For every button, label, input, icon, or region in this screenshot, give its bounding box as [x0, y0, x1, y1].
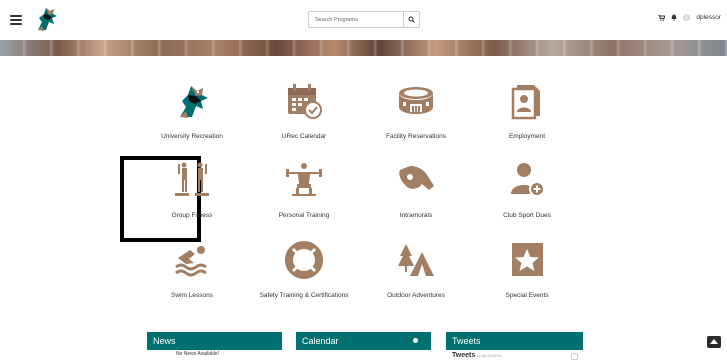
group-fitness-icon: [172, 160, 212, 200]
news-empty-message: No News Available!: [176, 351, 219, 357]
tweets-panel: Tweets Tweets by @CCUURec: [446, 332, 583, 362]
star-icon: [507, 240, 547, 280]
search-input[interactable]: [309, 12, 403, 27]
search-box: [308, 11, 420, 28]
hero-banner: [0, 40, 727, 56]
news-panel: News No News Available!: [147, 332, 282, 362]
tile-label: Special Events: [505, 292, 549, 299]
calendar-panel: Calendar: [296, 332, 431, 362]
tweets-subtitle: Tweets: [452, 352, 476, 359]
employee-badge-icon: [507, 81, 547, 121]
whistle-icon: [396, 160, 436, 200]
calendar-icon: [284, 81, 324, 121]
calendar-panel-title: Calendar: [302, 336, 339, 346]
weightlifter-icon: [284, 160, 324, 200]
tile-special-events[interactable]: Special Events: [452, 240, 602, 318]
tent-icon: [396, 240, 436, 280]
tile-employment[interactable]: Employment: [452, 81, 602, 159]
tweets-subheader: Tweets by @CCUURec: [446, 350, 583, 359]
tile-label: Employment: [508, 133, 546, 140]
cart-icon[interactable]: [658, 14, 666, 21]
life-ring-icon: [284, 240, 324, 280]
gear-icon[interactable]: [413, 338, 418, 343]
chanticleer-logo-icon: [172, 81, 212, 121]
news-panel-title: News: [147, 332, 282, 350]
stadium-icon: [396, 81, 436, 121]
swimmer-icon: [172, 240, 212, 280]
menu-icon[interactable]: [10, 15, 22, 25]
tweets-menu-button[interactable]: [571, 353, 578, 360]
tile-club-sport-dues[interactable]: Club Sport Dues: [452, 160, 602, 238]
user-add-icon: [507, 160, 547, 200]
tweets-by: by @CCUURec: [477, 354, 502, 358]
avatar[interactable]: [683, 14, 691, 21]
username[interactable]: dplessor: [696, 14, 721, 21]
search-button[interactable]: [403, 12, 419, 27]
bell-icon[interactable]: [671, 14, 678, 21]
tile-label: Club Sport Dues: [503, 212, 551, 219]
scroll-to-top-button[interactable]: [707, 336, 721, 348]
calendar-panel-header: Calendar: [296, 332, 431, 350]
tweets-panel-title: Tweets: [446, 332, 583, 350]
search-icon: [408, 16, 415, 23]
top-bar: dplessor: [0, 0, 727, 40]
chanticleer-logo-icon[interactable]: [32, 4, 60, 34]
